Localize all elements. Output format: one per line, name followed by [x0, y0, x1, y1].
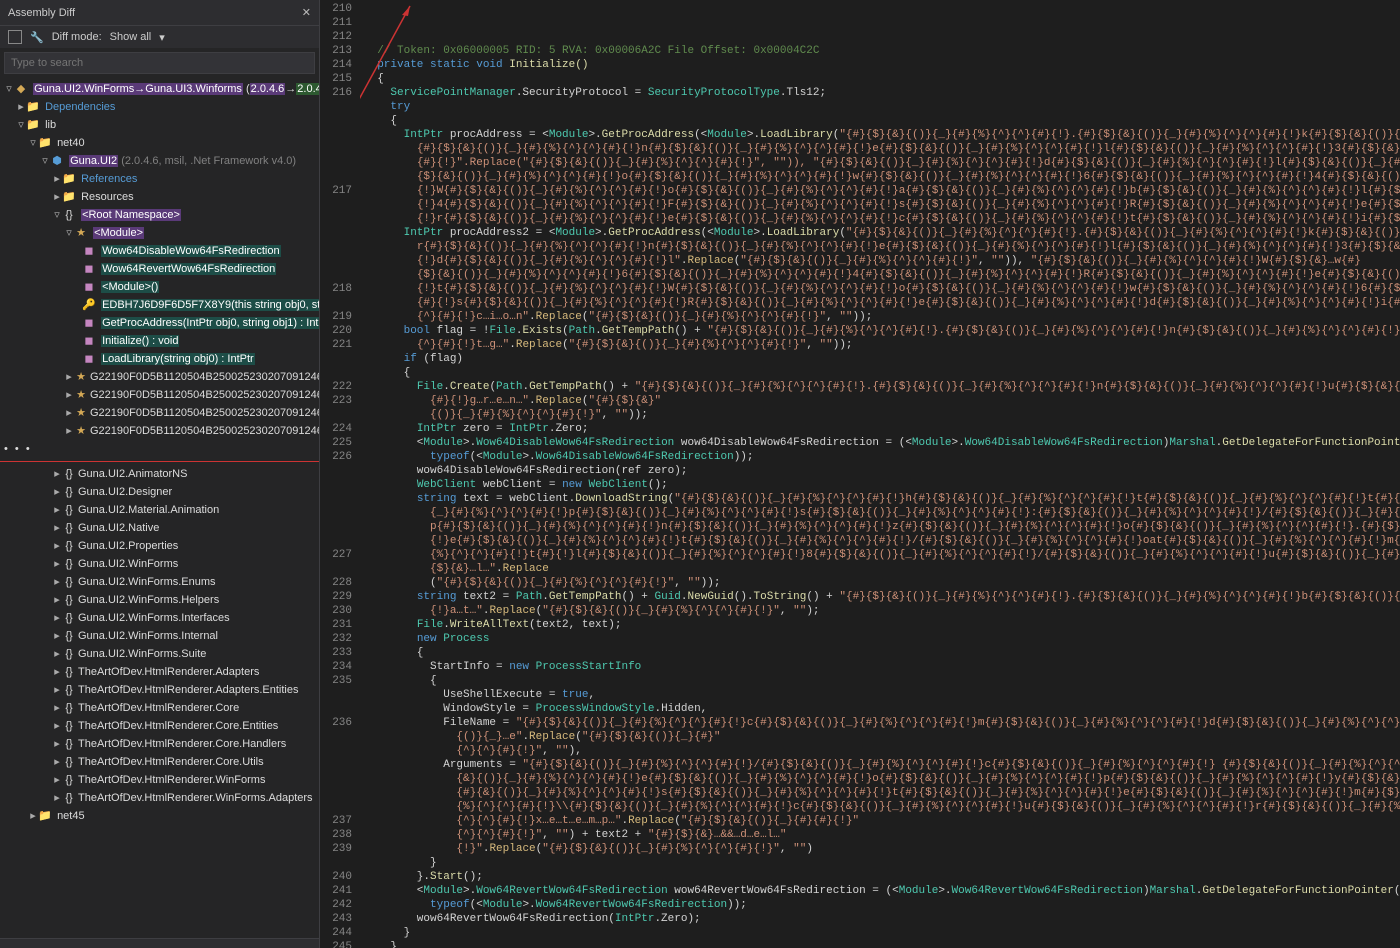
assembly-diff-sidebar: Assembly Diff ✕ 🔧 Diff mode: Show all ▾ …	[0, 0, 320, 948]
tree-method-edbh[interactable]: 🔑 EDBH7J6D9F6D5F7X8Y9(this string obj0, …	[0, 296, 319, 314]
tree-ns-item[interactable]: ▸{}TheArtOfDev.HtmlRenderer.Core.Handler…	[0, 735, 319, 753]
tree-assembly[interactable]: ▿⬢ Guna.UI2 (2.0.4.6, msil, .Net Framewo…	[0, 152, 319, 170]
tree-ns-item[interactable]: ▸{}Guna.UI2.WinForms.Internal	[0, 627, 319, 645]
tree-method-loadlibrary[interactable]: ◼ LoadLibrary(string obj0) : IntPtr	[0, 350, 319, 368]
tree-ns-item[interactable]: ▸{}Guna.UI2.Native	[0, 519, 319, 537]
tree-ns-item[interactable]: ▸{}TheArtOfDev.HtmlRenderer.WinForms.Ada…	[0, 789, 319, 807]
sidebar-title: Assembly Diff	[8, 7, 75, 19]
tree-ns-item[interactable]: ▸{}Guna.UI2.WinForms.Interfaces	[0, 609, 319, 627]
diff-view-icon[interactable]	[8, 30, 22, 44]
root-label: Guna.UI2.WinForms→Guna.UI3.Winforms	[33, 83, 243, 95]
sidebar-header: Assembly Diff ✕	[0, 0, 319, 26]
tree-guid1[interactable]: ▸★G22190F0D5B1120504B2500252302070912462…	[0, 368, 319, 386]
tree-ns-item[interactable]: ▸{}Guna.UI2.Properties	[0, 537, 319, 555]
tree-module[interactable]: ▿★ <Module>	[0, 224, 319, 242]
tree-ns-item[interactable]: ▸{}TheArtOfDev.HtmlRenderer.WinForms	[0, 771, 319, 789]
tree-ns-item[interactable]: ▸{}Guna.UI2.Designer	[0, 483, 319, 501]
tree-lib[interactable]: ▿📁 lib	[0, 116, 319, 134]
chevron-down-icon[interactable]: ▾	[159, 31, 165, 44]
tree-ns-item[interactable]: ▸{}Guna.UI2.WinForms.Helpers	[0, 591, 319, 609]
tree-ns-item[interactable]: ▸{}TheArtOfDev.HtmlRenderer.Core.Entitie…	[0, 717, 319, 735]
tree-ns-item[interactable]: ▸{}TheArtOfDev.HtmlRenderer.Adapters.Ent…	[0, 681, 319, 699]
line-gutter: 2102112122132142152162172182192202212222…	[320, 0, 360, 948]
tree-ns-item[interactable]: ▸{}TheArtOfDev.HtmlRenderer.Adapters	[0, 663, 319, 681]
sidebar-bottom-scrollbar[interactable]	[0, 938, 319, 948]
tree-rootns[interactable]: ▿{} <Root Namespace>	[0, 206, 319, 224]
tree-ns-item[interactable]: ▸{}Guna.UI2.Material.Animation	[0, 501, 319, 519]
tree-ns-item[interactable]: ▸{}Guna.UI2.AnimatorNS	[0, 465, 319, 483]
tree-view[interactable]: ▿◆ Guna.UI2.WinForms→Guna.UI3.Winforms (…	[0, 78, 319, 938]
diff-mode-value[interactable]: Show all	[110, 31, 152, 43]
tree-method-wow64disable[interactable]: ◼ Wow64DisableWow64FsRedirection	[0, 242, 319, 260]
tree-ns-item[interactable]: ▸{}Guna.UI2.WinForms	[0, 555, 319, 573]
tree-guid2[interactable]: ▸★G22190F0D5B1120504B2500252302070912462…	[0, 386, 319, 404]
tree-method-wow64revert[interactable]: ◼ Wow64RevertWow64FsRedirection	[0, 260, 319, 278]
tree-deps[interactable]: ▸📁 Dependencies	[0, 98, 319, 116]
close-icon[interactable]: ✕	[302, 6, 311, 19]
tree-ns-item[interactable]: ▸{}Guna.UI2.WinForms.Suite	[0, 645, 319, 663]
wrench-icon[interactable]: 🔧	[30, 31, 44, 44]
tree-ns-item[interactable]: ▸{}TheArtOfDev.HtmlRenderer.Core	[0, 699, 319, 717]
tree-method-initialize[interactable]: ◼ Initialize() : void	[0, 332, 319, 350]
tree-resources[interactable]: ▸📁 Resources	[0, 188, 319, 206]
tree-ns-item[interactable]: ▸{}Guna.UI2.WinForms.Enums	[0, 573, 319, 591]
divider	[0, 461, 319, 462]
tree-guid3[interactable]: ▸★G22190F0D5B1120504B2500252302070912462…	[0, 404, 319, 422]
tree-more-indicator: • • •	[0, 440, 319, 458]
tree-net40[interactable]: ▿📁 net40	[0, 134, 319, 152]
search-input[interactable]	[4, 52, 315, 74]
search-container	[0, 48, 319, 78]
tree-guid4[interactable]: ▸★G22190F0D5B1120504B2500252302070912462…	[0, 422, 319, 440]
code-content[interactable]: // Token: 0x06000005 RID: 5 RVA: 0x00006…	[360, 0, 1400, 948]
tree-method-ctor[interactable]: ◼ <Module>()	[0, 278, 319, 296]
tree-root[interactable]: ▿◆ Guna.UI2.WinForms→Guna.UI3.Winforms (…	[0, 80, 319, 98]
tree-net45[interactable]: ▸📁 net45	[0, 807, 319, 825]
tree-refs[interactable]: ▸📁 References	[0, 170, 319, 188]
diff-mode-label: Diff mode:	[52, 31, 102, 43]
tree-method-getprocaddress[interactable]: ◼ GetProcAddress(IntPtr obj0, string obj…	[0, 314, 319, 332]
code-editor: 2102112122132142152162172182192202212222…	[320, 0, 1400, 948]
tree-ns-item[interactable]: ▸{}TheArtOfDev.HtmlRenderer.Core.Utils	[0, 753, 319, 771]
sidebar-toolbar: 🔧 Diff mode: Show all ▾	[0, 26, 319, 48]
